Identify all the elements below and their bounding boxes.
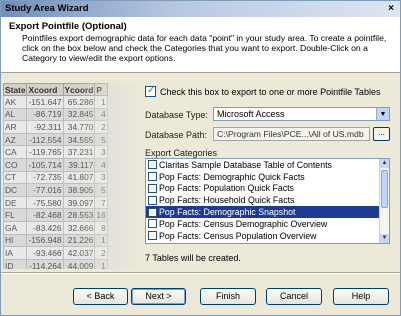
- category-label: Pop Facts: Population Quick Facts: [159, 183, 294, 194]
- footer-divider-highlight: [1, 273, 400, 274]
- wizard-header: Export Pointfile (Optional) Pointfiles e…: [1, 17, 400, 73]
- database-path-label: Database Path:: [145, 130, 208, 140]
- category-label: Pop Facts: Demographic Quick Facts: [159, 171, 305, 182]
- table-cell: -119.765: [26, 145, 64, 159]
- arrow-down-icon[interactable]: ▼: [380, 234, 389, 243]
- table-cell: ID: [3, 258, 28, 269]
- finish-button[interactable]: Finish: [200, 288, 256, 305]
- database-type-label: Database Type:: [145, 110, 208, 120]
- list-scrollbar[interactable]: ▲ ▼: [379, 159, 389, 243]
- category-checkbox[interactable]: [148, 195, 157, 205]
- chevron-down-icon[interactable]: ▼: [376, 108, 389, 120]
- table-cell: -93.466: [26, 246, 64, 260]
- title-bar: Study Area Wizard ×: [1, 1, 400, 17]
- database-type-value: Microsoft Access: [217, 109, 285, 119]
- table-cell: -156.948: [26, 233, 64, 248]
- table-cell: HI: [3, 233, 28, 248]
- category-checkbox[interactable]: [148, 160, 157, 170]
- close-icon[interactable]: ×: [385, 3, 397, 15]
- back-button[interactable]: < Back: [73, 288, 128, 305]
- table-cell: CO: [3, 157, 28, 172]
- export-checkbox[interactable]: [145, 85, 156, 97]
- window-title: Study Area Wizard: [5, 3, 89, 14]
- scroll-thumb[interactable]: [381, 170, 388, 208]
- category-list-item[interactable]: Pop Facts: Census Population Overview: [146, 230, 389, 242]
- category-label: Pop Facts: Census Demographic Overview: [159, 218, 328, 229]
- table-cell: -114.264: [26, 258, 64, 269]
- wizard-window: Study Area Wizard × Export Pointfile (Op…: [0, 0, 401, 316]
- category-label: Pop Facts: Household Quick Facts: [159, 195, 295, 206]
- category-list-item[interactable]: Pop Facts: Demographic Snapshot: [146, 206, 389, 218]
- table-cell: CA: [3, 145, 28, 159]
- category-list-item[interactable]: Claritas Sample Database Table of Conten…: [146, 159, 389, 171]
- table-cell: DE: [3, 195, 28, 210]
- table-cell: -75.580: [26, 195, 64, 210]
- next-button[interactable]: Next >: [131, 288, 186, 305]
- wizard-body: StateXcoordYcoordP AK-151.64765.2861AL-8…: [1, 73, 400, 271]
- category-list-item[interactable]: Pop Facts: Population Quick Facts: [146, 183, 389, 195]
- table-cell: IA: [3, 246, 28, 260]
- page-description: Pointfiles export demographic data for e…: [22, 33, 387, 63]
- table-cell: -72.735: [26, 170, 64, 185]
- category-checkbox[interactable]: [148, 231, 157, 241]
- table-cell: -151.647: [26, 95, 64, 109]
- table-cell: -112.554: [26, 132, 64, 147]
- table-cell: -83.426: [26, 220, 64, 235]
- category-label: Claritas Sample Database Table of Conten…: [159, 159, 332, 170]
- cancel-button[interactable]: Cancel: [266, 288, 322, 305]
- table-cell: CT: [3, 170, 28, 185]
- table-cell: -86.719: [26, 107, 64, 122]
- table-cell: FL: [3, 208, 28, 222]
- category-list-item[interactable]: Pop Facts: Demographic Quick Facts: [146, 171, 389, 183]
- category-checkbox[interactable]: [148, 172, 157, 182]
- pointfile-preview-table: StateXcoordYcoordP AK-151.64765.2861AL-8…: [3, 83, 138, 269]
- arrow-up-icon[interactable]: ▲: [380, 159, 389, 168]
- database-type-select[interactable]: Microsoft Access ▼: [213, 107, 390, 121]
- export-categories-list[interactable]: Claritas Sample Database Table of Conten…: [145, 158, 390, 244]
- category-label: Pop Facts: Demographic Snapshot: [159, 207, 296, 218]
- table-cell: -82.468: [26, 208, 64, 222]
- help-button[interactable]: Help: [333, 288, 389, 305]
- table-cell: AR: [3, 120, 28, 134]
- export-categories-label: Export Categories: [145, 148, 218, 158]
- category-checkbox[interactable]: [148, 219, 157, 229]
- export-checkbox-row[interactable]: Check this box to export to one or more …: [145, 85, 381, 97]
- category-list-item[interactable]: Pop Facts: Household Quick Facts: [146, 194, 389, 206]
- browse-button[interactable]: ...: [373, 127, 390, 141]
- table-cell: GA: [3, 220, 28, 235]
- table-header-cell: State: [3, 83, 28, 96]
- table-cell: AK: [3, 95, 28, 109]
- table-cell: -92.311: [26, 120, 64, 134]
- table-cell: -105.714: [26, 157, 64, 172]
- database-path-value: C:\Program Files\PCE...\All of US.mdb: [217, 129, 364, 139]
- table-cell: AL: [3, 107, 28, 122]
- table-header-cell: Xcoord: [26, 83, 64, 96]
- page-title: Export Pointfile (Optional): [9, 21, 127, 32]
- category-label: Pop Facts: Census Population Overview: [159, 230, 317, 241]
- export-checkbox-label: Check this box to export to one or more …: [160, 86, 381, 97]
- database-path-field[interactable]: C:\Program Files\PCE...\All of US.mdb: [213, 127, 370, 141]
- category-checkbox[interactable]: [148, 183, 157, 193]
- category-checkbox[interactable]: [148, 207, 157, 217]
- table-cell: DC: [3, 183, 28, 197]
- table-cell: AZ: [3, 132, 28, 147]
- table-cell: -77.016: [26, 183, 64, 197]
- tables-status-text: 7 Tables will be created.: [145, 253, 241, 263]
- category-list-item[interactable]: Pop Facts: Census Demographic Overview: [146, 218, 389, 230]
- table-fade-overlay: [78, 83, 138, 269]
